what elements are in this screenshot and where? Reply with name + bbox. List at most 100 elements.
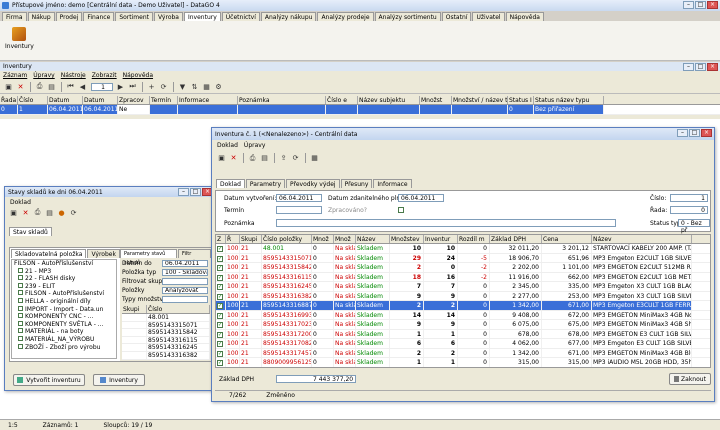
column-header[interactable]: Číslo e xyxy=(326,96,358,104)
column-header[interactable]: Název subjektu xyxy=(358,96,420,104)
maximize-icon[interactable]: □ xyxy=(695,63,706,71)
cell[interactable]: 2 xyxy=(424,348,458,357)
table-row[interactable]: ✓1002188090099561250Na skladěSkladem1103… xyxy=(216,358,710,367)
close-icon[interactable]: × xyxy=(701,129,712,137)
close-icon[interactable]: × xyxy=(707,1,718,9)
refresh-icon[interactable]: ⟳ xyxy=(68,208,79,218)
column-header[interactable]: Poznámka xyxy=(238,96,326,104)
tree-checkbox[interactable] xyxy=(18,320,23,326)
save-icon[interactable]: ▣ xyxy=(8,208,19,218)
save-icon[interactable]: ▣ xyxy=(216,153,227,163)
menu-item[interactable]: Úpravy xyxy=(244,142,265,149)
vytvorit-inventuru-button[interactable]: Vytvořit inventuru xyxy=(13,374,85,386)
maximize-icon[interactable]: □ xyxy=(689,129,700,137)
column-header[interactable]: Status I xyxy=(508,96,534,104)
row-checkbox[interactable]: ✓ xyxy=(217,322,223,328)
tree-checkbox[interactable] xyxy=(18,313,23,319)
table-row[interactable]: 48.001 xyxy=(122,314,210,322)
column-header[interactable]: Množ xyxy=(334,235,356,243)
next-icon[interactable]: ▶ xyxy=(115,82,126,92)
tree-item[interactable]: 22 - FLASH disky xyxy=(12,275,116,283)
menu-tab[interactable]: Nápověda xyxy=(505,12,544,21)
column-header[interactable]: Množství / název typu xyxy=(452,96,508,104)
row-checkbox[interactable]: ✓ xyxy=(217,303,223,309)
zpracovano-checkbox[interactable] xyxy=(398,207,404,213)
tree-item[interactable]: ZBOŽÍ - Zboží pro výrobu xyxy=(12,343,116,352)
tree-checkbox[interactable] xyxy=(18,290,23,296)
column-header[interactable]: Cena xyxy=(542,235,592,243)
minimize-icon[interactable]: – xyxy=(677,129,688,137)
delete-icon[interactable]: ✕ xyxy=(15,82,26,92)
menu-tab[interactable]: Analýzy prodeje xyxy=(317,12,374,21)
table-row[interactable]: ✓1002185951433172000Na skladěSkladem1106… xyxy=(216,329,710,339)
tree-item[interactable]: KOMPONENTY SVĚTLA - ... xyxy=(12,320,116,329)
calc-icon[interactable]: ▦ xyxy=(309,153,320,163)
first-icon[interactable]: ⏮ xyxy=(65,82,76,92)
last-icon[interactable]: ⏭ xyxy=(127,82,138,92)
table-row[interactable]: ✓1002185951433174570Na skladěSkladem2201… xyxy=(216,348,710,358)
menu-tab[interactable]: Sortiment xyxy=(115,12,153,21)
menu-tab[interactable]: Výroba xyxy=(153,12,183,21)
menu-tab[interactable]: Analýzy sortimentu xyxy=(374,12,441,21)
table-row[interactable]: 8595143316115 xyxy=(122,336,210,345)
stavy-left-tab[interactable]: Výrobek xyxy=(87,249,120,258)
delete-icon[interactable]: ✕ xyxy=(228,153,239,163)
cell[interactable]: 14 xyxy=(424,310,458,319)
refresh-icon[interactable]: ⟳ xyxy=(290,153,301,163)
print-icon[interactable]: ⎙ xyxy=(32,208,43,218)
preview-icon[interactable]: ▤ xyxy=(46,82,57,92)
tree-item[interactable]: FILSON - AutoPříslušenství xyxy=(12,260,116,268)
row-checkbox[interactable]: ✓ xyxy=(217,284,223,290)
param-value[interactable]: 06.04.2011 xyxy=(162,260,208,267)
menu-tab[interactable]: Ostatní xyxy=(441,12,472,21)
maximize-icon[interactable]: □ xyxy=(695,1,706,9)
cell[interactable]: 0 xyxy=(424,263,458,272)
minimize-icon[interactable]: – xyxy=(178,188,189,196)
cell[interactable]: 10 xyxy=(424,244,458,253)
poznamka-field[interactable] xyxy=(276,219,616,227)
row-checkbox[interactable]: ✓ xyxy=(217,246,223,252)
filter-icon[interactable]: ▼ xyxy=(177,82,188,92)
stavy-doklad-menu[interactable]: Doklad xyxy=(5,197,215,206)
column-header[interactable]: Rozdíl m xyxy=(458,235,490,243)
column-header[interactable]: Množstev xyxy=(390,235,424,243)
inventura-tab[interactable]: Přesuny xyxy=(340,179,373,188)
stavy-left-tab[interactable]: Skladovatelná položka xyxy=(11,249,87,258)
preview-icon[interactable]: ▤ xyxy=(259,153,270,163)
menu-item[interactable]: Nástroje xyxy=(61,72,86,79)
param-value[interactable]: 100 - Skladová xyxy=(162,269,208,276)
delete-icon[interactable]: ✕ xyxy=(20,208,31,218)
column-header[interactable]: Skupi xyxy=(240,235,262,243)
row-checkbox[interactable]: ✓ xyxy=(217,350,223,357)
datum-zdanitelneho-field[interactable]: 06.04.2011 xyxy=(398,194,444,202)
refresh-icon[interactable]: ⟳ xyxy=(158,82,169,92)
table-row[interactable]: 8595143316382 xyxy=(122,351,210,360)
menu-tab[interactable]: Inventury xyxy=(183,12,221,21)
column-header[interactable]: Název xyxy=(592,235,692,243)
menu-item[interactable]: Doklad xyxy=(217,142,238,149)
row-checkbox[interactable]: ✓ xyxy=(217,274,223,281)
tree-checkbox[interactable] xyxy=(18,267,23,273)
menu-item[interactable]: Nápověda xyxy=(123,72,153,79)
print-icon[interactable]: ⎙ xyxy=(247,153,258,163)
tree-item[interactable]: HELLA - originální díly xyxy=(12,297,116,306)
add-icon[interactable]: + xyxy=(146,82,157,92)
maximize-icon[interactable]: □ xyxy=(190,188,201,196)
cell[interactable]: 2 xyxy=(424,301,458,310)
save-icon[interactable]: ▣ xyxy=(3,82,14,92)
column-header[interactable]: Množst xyxy=(420,96,452,104)
param-value[interactable] xyxy=(162,278,208,285)
tree-item[interactable]: 21 - MP3 xyxy=(12,267,116,276)
inventury-ribbon-button[interactable]: Inventury xyxy=(5,24,34,57)
column-header[interactable]: Status název typu xyxy=(534,96,604,104)
tree-checkbox[interactable] xyxy=(18,282,23,288)
row-checkbox[interactable]: ✓ xyxy=(217,360,223,366)
inventura-tab[interactable]: Doklad xyxy=(216,179,245,188)
table-row[interactable]: ✓1002185951433158420Na skladěSkladem20-2… xyxy=(216,263,710,273)
cell[interactable]: 1 xyxy=(424,329,458,338)
menu-tab[interactable]: Firma xyxy=(2,12,27,21)
inventury-button[interactable]: Inventury xyxy=(93,374,145,386)
page-field[interactable]: 1 xyxy=(91,82,113,91)
cell[interactable]: 7 xyxy=(424,282,458,291)
tree-checkbox[interactable] xyxy=(18,343,23,349)
